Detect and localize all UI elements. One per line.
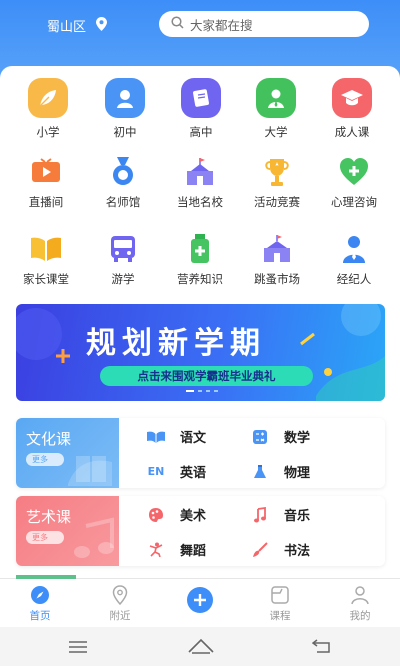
school-icon (182, 154, 218, 190)
service-label: 家长课堂 (23, 272, 69, 286)
book-icon (28, 231, 64, 267)
banner-subtitle: 点击来围观学霸班毕业典礼 (100, 366, 313, 386)
promo-banner[interactable]: 规划新学期 点击来围观学霸班毕业典礼 (16, 304, 385, 401)
service-label: 跳蚤市场 (254, 272, 300, 286)
grade-junior[interactable]: 初中 (85, 78, 165, 140)
service-flea-market[interactable]: 跳蚤市场 (237, 231, 317, 287)
subject-math[interactable]: 数学 (250, 427, 310, 446)
music-note-icon (250, 506, 270, 523)
home-icon[interactable] (188, 637, 214, 659)
service-label: 游学 (111, 272, 135, 286)
tab-mine[interactable]: 我的 (320, 584, 400, 623)
service-contests[interactable]: 活动竞赛 (237, 154, 317, 210)
grade-label: 成人课 (334, 125, 370, 139)
menu-icon[interactable] (68, 639, 88, 658)
location-pin-icon (96, 16, 108, 35)
brush-icon (250, 541, 270, 558)
banner-title: 规划新学期 (86, 326, 266, 361)
grade-label: 大学 (264, 125, 288, 139)
service-label: 直播间 (28, 195, 64, 209)
calculator-icon (250, 429, 270, 445)
culture-title: 文化课 (26, 430, 72, 448)
tv-icon (28, 154, 64, 190)
grade-label: 小学 (36, 125, 60, 139)
trophy-icon (259, 154, 295, 190)
service-label: 营养知识 (177, 272, 223, 286)
tab-add[interactable] (160, 587, 240, 613)
service-label: 心理咨询 (331, 195, 377, 209)
grade-adult[interactable]: 成人课 (312, 78, 392, 140)
en-icon: EN (147, 465, 165, 478)
subject-calligraphy[interactable]: 书法 (250, 540, 310, 559)
subject-chinese[interactable]: 语文 (146, 427, 206, 446)
grade-university[interactable]: 大学 (236, 78, 316, 140)
tab-course[interactable]: 课程 (240, 584, 320, 623)
service-label: 活动竞赛 (254, 195, 300, 209)
service-agent[interactable]: 经纪人 (314, 231, 394, 287)
location-selector[interactable]: 蜀山区 (47, 16, 108, 35)
grade-primary[interactable]: 小学 (8, 78, 88, 140)
leaf-icon (28, 78, 68, 118)
grad-cap-icon (332, 78, 372, 118)
subject-english[interactable]: EN 英语 (146, 462, 206, 481)
subject-dance[interactable]: 舞蹈 (146, 540, 206, 559)
plus-circle-icon (160, 587, 240, 613)
next-section-peek (16, 575, 76, 579)
service-teachers[interactable]: 名师馆 (83, 154, 163, 210)
art-title: 艺术课 (26, 508, 72, 526)
service-study-tour[interactable]: 游学 (83, 231, 163, 287)
system-nav-bar (0, 627, 400, 666)
art-course-section: 艺术课 更多 美术 音乐 舞蹈 书法 (16, 496, 385, 566)
art-course-header[interactable]: 艺术课 更多 (16, 496, 119, 566)
grade-senior[interactable]: 高中 (161, 78, 241, 140)
search-placeholder: 大家都在搜 (190, 17, 253, 33)
market-icon (259, 231, 295, 267)
subject-music[interactable]: 音乐 (250, 505, 310, 524)
palette-icon (146, 507, 166, 523)
bus-icon (105, 231, 141, 267)
medal-icon (105, 154, 141, 190)
service-label: 名师馆 (105, 195, 141, 209)
art-more-button[interactable]: 更多 (26, 531, 64, 544)
service-parent-class[interactable]: 家长课堂 (6, 231, 86, 287)
bottle-icon (182, 231, 218, 267)
service-label: 经纪人 (336, 272, 372, 286)
open-book-icon (146, 429, 166, 445)
tab-nearby[interactable]: 附近 (80, 584, 160, 623)
search-icon (171, 16, 184, 32)
grade-label: 初中 (113, 125, 137, 139)
culture-more-button[interactable]: 更多 (26, 453, 64, 466)
map-pin-icon (80, 584, 160, 606)
person-icon (320, 584, 400, 606)
subject-physics[interactable]: 物理 (250, 462, 310, 481)
subject-fine-art[interactable]: 美术 (146, 505, 206, 524)
grade-label: 高中 (189, 125, 213, 139)
service-label: 当地名校 (177, 195, 223, 209)
heart-icon (336, 154, 372, 190)
service-nutrition[interactable]: 营养知识 (160, 231, 240, 287)
notebook-icon (181, 78, 221, 118)
culture-course-section: 文化课 更多 语文 数学 EN 英语 物理 (16, 418, 385, 488)
tab-home[interactable]: 首页 (0, 584, 80, 623)
location-label: 蜀山区 (47, 20, 87, 35)
culture-course-header[interactable]: 文化课 更多 (16, 418, 119, 488)
flask-icon (250, 464, 270, 480)
service-live[interactable]: 直播间 (6, 154, 86, 210)
bottom-tab-bar: 首页 附近 课程 我的 (0, 575, 400, 627)
service-counseling[interactable]: 心理咨询 (314, 154, 394, 210)
graduate-icon (256, 78, 296, 118)
back-icon[interactable] (311, 638, 332, 658)
search-bar[interactable]: 大家都在搜 (159, 11, 369, 37)
dancer-icon (146, 542, 166, 558)
compass-icon (0, 584, 80, 606)
agent-icon (336, 231, 372, 267)
student-icon (105, 78, 145, 118)
service-schools[interactable]: 当地名校 (160, 154, 240, 210)
folder-icon (240, 584, 320, 606)
